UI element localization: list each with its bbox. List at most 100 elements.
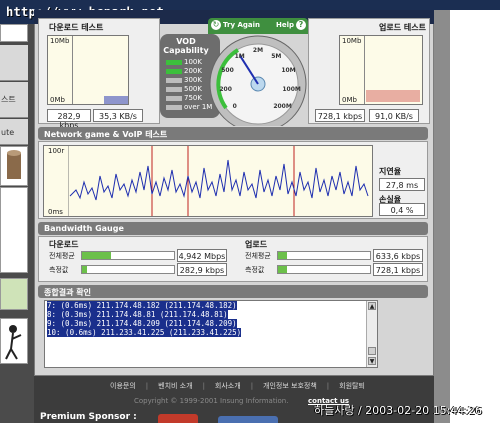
upload-axis: [364, 36, 365, 104]
result-section-header: 종합결과 확인: [38, 285, 428, 298]
page-margin: [450, 10, 500, 423]
result-line: 7: (0.6ms) 211.174.48.182 (211.174.48.18…: [47, 301, 237, 310]
vod-level-swatch: [166, 86, 182, 92]
latency-plot: [68, 146, 369, 216]
result-textarea[interactable]: 7: (0.6ms) 211.174.48.182 (211.174.48.18…: [44, 300, 378, 368]
vod-level: 100K: [166, 58, 212, 67]
footer-link[interactable]: 벤치비 소개: [158, 382, 192, 390]
download-kbps: 282,9 kbps: [47, 109, 91, 130]
vod-level-swatch: [166, 77, 182, 83]
ul-avg-bar-fill: [278, 252, 288, 259]
result-line: 8: (0.3ms) 211.174.48.81 (211.174.48.81): [47, 310, 228, 319]
scroll-area: [434, 10, 450, 423]
vod-level: 750K: [166, 94, 212, 103]
vod-level: over 1M: [166, 103, 212, 112]
copyright: Copyright © 1999-2001 Insung Information…: [134, 397, 289, 405]
footer-separator: |: [202, 382, 205, 390]
left-nav-blank-button[interactable]: [0, 45, 28, 81]
dl-avg-bar-fill: [82, 252, 112, 259]
network-panel: 100r 0ms 지연율 27,8 ms 손실율 0,4 %: [38, 141, 428, 219]
vod-level-label: 300K: [184, 76, 202, 84]
upload-scale-bottom: 0Mb: [342, 96, 357, 104]
gauge-tick-label: 500: [221, 67, 234, 75]
refresh-icon[interactable]: ↻: [211, 20, 221, 30]
footer-link[interactable]: 회원탈퇴: [339, 382, 365, 390]
help-button[interactable]: Help: [276, 21, 294, 29]
cylinder-icon: [7, 150, 21, 179]
upload-title: 업로드 테스트: [379, 23, 426, 32]
ul-avg-label: 전체평균: [245, 252, 271, 260]
help-icon[interactable]: ?: [296, 20, 306, 30]
download-scale-top: 10Mb: [50, 37, 70, 45]
latency-label: 지연율: [379, 167, 402, 176]
sponsor-logo-2[interactable]: [218, 416, 278, 423]
footer-separator: |: [326, 382, 330, 390]
footer-separator: |: [145, 382, 149, 390]
gauge-tick-label: 0: [232, 103, 237, 111]
bandwidth-download-title: 다운로드: [49, 240, 79, 249]
ul-measured-bar-fill: [278, 266, 288, 273]
result-line: 10: (0.6ms) 211.233.41.225 (211.233.41.2…: [47, 328, 242, 337]
gauge-tick-label: 10M: [281, 67, 296, 75]
try-again-button[interactable]: Try Again: [223, 21, 260, 29]
dl-measured-label: 측정값: [49, 266, 69, 274]
scroll-thumb[interactable]: [368, 347, 376, 355]
upload-kbs: 91,0 KB/s: [369, 109, 419, 122]
signature-stamp: 하늘사랑 / 2003-02-20 15:44:26: [314, 404, 483, 417]
vod-level: 300K: [166, 76, 212, 85]
left-nav-panel: [0, 187, 28, 273]
loss-value: 0,4 %: [379, 203, 425, 216]
download-trace: [104, 96, 128, 104]
footer-link[interactable]: 개인정보 보호정책: [263, 382, 317, 390]
gauge-header: ↻ Try Again Help ?: [208, 18, 308, 34]
vod-level-label: 750K: [184, 94, 202, 102]
upload-scale-top: 10Mb: [342, 37, 362, 45]
latency-scale-bottom: 0ms: [48, 208, 63, 216]
left-nav-banner[interactable]: [0, 278, 28, 310]
latency-trace: [69, 159, 369, 201]
footer-link[interactable]: 이용문의: [110, 382, 136, 390]
vod-legend: 100K 200K 300K 500K 750K over 1M: [166, 58, 212, 112]
vod-level: 500K: [166, 85, 212, 94]
ul-measured-value: 728,1 kbps: [373, 263, 423, 276]
vod-level-label: 200K: [184, 67, 202, 75]
scroll-down-icon[interactable]: ▼: [368, 357, 376, 365]
download-scale-bottom: 0Mb: [50, 96, 65, 104]
left-nav-test-button[interactable]: 스트: [0, 82, 28, 118]
download-panel: 다운로드 테스트 10Mb 0Mb 282,9 kbps 35,3 KB/s: [38, 18, 160, 130]
bandwidth-section-header: Bandwidth Gauge: [38, 222, 428, 235]
upload-chart: 10Mb 0Mb: [339, 35, 423, 105]
dl-avg-bar: [81, 251, 175, 260]
gauge-tick-label: 200M: [273, 103, 292, 111]
footer-link[interactable]: 회사소개: [215, 382, 241, 390]
sponsor-logo-1[interactable]: [158, 414, 198, 423]
vod-level-swatch: [166, 95, 182, 101]
gauge-tick-label: 5M: [271, 52, 282, 60]
latency-chart: 100r 0ms: [43, 145, 373, 217]
gauge-tick-label: 2M: [252, 47, 264, 54]
upload-trace: [366, 90, 420, 102]
dl-measured-bar-fill: [82, 266, 87, 273]
scroll-up-icon[interactable]: ▲: [368, 302, 376, 310]
bandwidth-panel: 다운로드 전체평균 측정값 4,942 Mbps 282,9 kbps 업로드 …: [38, 236, 428, 282]
left-nav-route-button[interactable]: ute: [0, 119, 28, 145]
bandwidth-upload-title: 업로드: [245, 240, 268, 249]
upload-panel: 업로드 테스트 10Mb 0Mb 728,1 kbps 91,0 KB/s: [308, 18, 430, 124]
download-axis: [72, 36, 73, 104]
result-panel: 7: (0.6ms) 211.174.48.182 (211.174.48.18…: [38, 298, 428, 374]
download-kbs: 35,3 KB/s: [93, 109, 143, 122]
vod-level-swatch: [166, 68, 182, 74]
left-nav-top: [0, 24, 28, 42]
result-scrollbar[interactable]: ▲ ▼: [366, 301, 377, 367]
left-nav-figure: [0, 318, 28, 364]
upload-kbps: 728,1 kbps: [315, 109, 365, 122]
dl-measured-bar: [81, 265, 175, 274]
vod-level-swatch: [166, 104, 182, 110]
result-line: 9: (0.3ms) 211.174.48.209 (211.174.48.20…: [47, 319, 237, 328]
ul-measured-bar: [277, 265, 371, 274]
vod-title: VOD: [176, 37, 196, 46]
vod-level-label: 500K: [184, 85, 202, 93]
vod-level-label: 100K: [184, 58, 202, 66]
ul-avg-bar: [277, 251, 371, 260]
footer-links: 이용문의 | 벤치비 소개 | 회사소개 | 개인정보 보호정책 | 회원탈퇴: [110, 381, 410, 391]
